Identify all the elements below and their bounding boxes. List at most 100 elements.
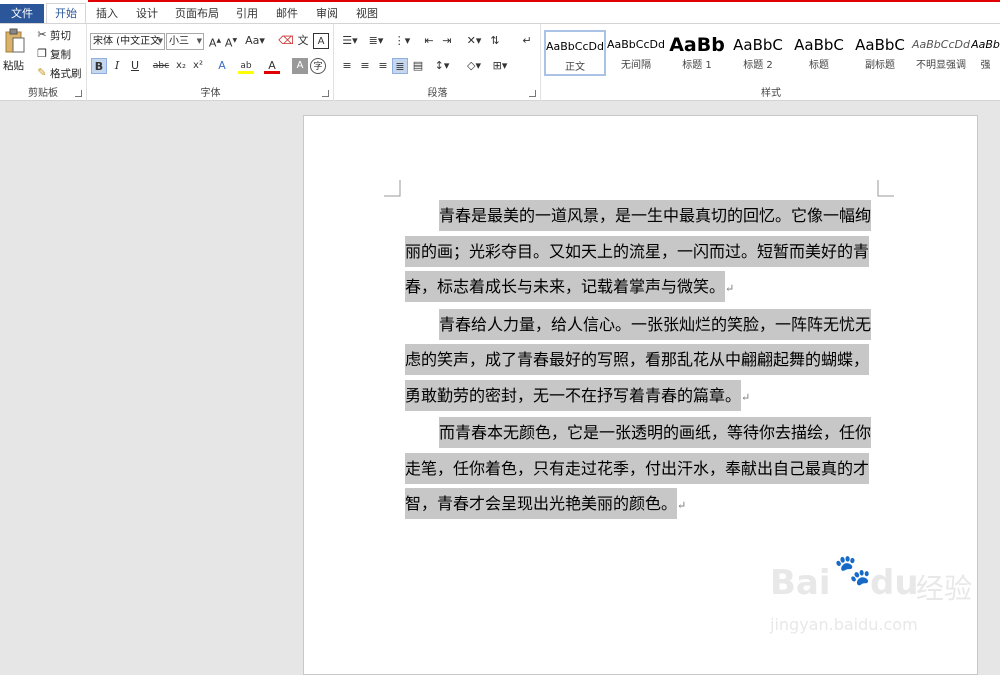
font-size-select[interactable]: 小三 ▼	[166, 33, 204, 50]
tab-file[interactable]: 文件	[0, 4, 44, 24]
paragraph-text: 青春给人力量，给人信心。一张张灿烂的笑脸，一阵阵无忧无虑的笑声，成了青春最好的写…	[405, 308, 872, 411]
enclose-characters-icon[interactable]: 字	[310, 58, 326, 74]
style-sample: AaBbC	[733, 36, 783, 54]
bullets-icon[interactable]: ☰▾	[339, 33, 361, 49]
paragraph-group-label: 段落	[427, 88, 448, 99]
paragraph-group: ☰▾ ≣▾ ⋮▾ ⇤ ⇥ ✕▾ ⇅ ↵ ≡ ≡ ≡ ≣ ▤ ↕▾ ◇▾ ⊞▾ 段…	[335, 24, 541, 101]
copy-button[interactable]: 复制	[50, 47, 71, 62]
style-sample: AaBb	[669, 34, 725, 56]
style-strong[interactable]: AaBb 强	[971, 30, 1000, 76]
align-right-icon[interactable]: ≡	[375, 58, 391, 74]
justify-icon[interactable]: ≣	[392, 58, 408, 74]
font-name-select[interactable]: 宋体 (中文正文 ▼	[90, 33, 165, 50]
style-name: 标题	[809, 60, 829, 71]
tab-view[interactable]: 视图	[348, 4, 386, 24]
paste-icon	[5, 28, 25, 53]
scissors-icon: ✂	[37, 28, 47, 41]
superscript-icon[interactable]: x²	[190, 58, 206, 74]
style-name: 副标题	[865, 60, 895, 71]
paragraph[interactable]: 而青春本无颜色，它是一张透明的画纸，等待你去描绘，任你走笔，任你着色，只有走过花…	[405, 415, 877, 524]
strikethrough-icon[interactable]: abc	[151, 58, 171, 74]
subscript-icon[interactable]: x₂	[173, 58, 189, 74]
shading-icon[interactable]: ◇▾	[463, 58, 485, 74]
format-painter-button[interactable]: 格式刷	[50, 66, 82, 81]
bold-icon[interactable]: B	[91, 58, 107, 74]
style-sample: AaBbCcDd	[546, 40, 604, 53]
style-subtitle[interactable]: AaBbC 副标题	[849, 30, 911, 76]
distributed-icon[interactable]: ▤	[410, 58, 426, 74]
style-name: 正文	[565, 62, 585, 73]
style-no-spacing[interactable]: AaBbCcDd 无间隔	[605, 30, 667, 76]
baidu-watermark: Bai 🐾 du 经验 jingyan.baidu.com	[770, 553, 980, 643]
align-center-icon[interactable]: ≡	[357, 58, 373, 74]
paragraph[interactable]: 青春是最美的一道风景，是一生中最真切的回忆。它像一幅绚丽的画；光彩夺目。又如天上…	[405, 198, 877, 307]
tab-home[interactable]: 开始	[46, 3, 86, 25]
paste-button[interactable]: 粘贴	[3, 28, 27, 82]
italic-icon[interactable]: I	[109, 58, 125, 74]
style-sample: AaBbC	[855, 36, 905, 54]
tab-insert[interactable]: 插入	[88, 4, 126, 24]
paragraph-text: 青春是最美的一道风景，是一生中最真切的回忆。它像一幅绚丽的画；光彩夺目。又如天上…	[405, 200, 872, 302]
chinese-layout-icon[interactable]: ✕▾	[463, 33, 485, 49]
tab-design[interactable]: 设计	[128, 4, 166, 24]
ribbon: 粘贴 ✂ 剪切 ❐ 复制 ✎ 格式刷 剪贴板 宋体 (中文正文 ▼ 小三 ▼ A▲ …	[0, 23, 1000, 101]
numbering-icon[interactable]: ≣▾	[365, 33, 387, 49]
ribbon-tabs: 文件 开始 插入 设计 页面布局 引用 邮件 审阅 视图	[0, 2, 1000, 25]
watermark-brand-3: 经验	[916, 572, 973, 605]
tab-review[interactable]: 审阅	[308, 4, 346, 24]
style-title[interactable]: AaBbC 标题	[788, 30, 850, 76]
font-group-label: 字体	[200, 88, 221, 99]
style-name: 标题 2	[743, 60, 773, 71]
align-left-icon[interactable]: ≡	[339, 58, 355, 74]
style-sample: AaBbCcDd	[912, 38, 970, 51]
show-marks-icon[interactable]: ↵	[519, 33, 535, 49]
paragraph-mark: ↵	[725, 282, 735, 295]
style-sample: AaBbCcDd	[607, 38, 665, 51]
format-painter-icon: ✎	[37, 66, 47, 79]
paragraph-mark: ↵	[741, 390, 751, 404]
character-shading-icon[interactable]: A	[292, 58, 308, 74]
style-name: 不明显强调	[916, 60, 966, 71]
watermark-brand-2: du	[870, 563, 919, 603]
document-body[interactable]: 青春是最美的一道风景，是一生中最真切的回忆。它像一幅绚丽的画；光彩夺目。又如天上…	[405, 198, 877, 524]
text-effects-icon[interactable]: A	[214, 58, 230, 74]
decrease-indent-icon[interactable]: ⇤	[421, 33, 437, 49]
style-subtle-emphasis[interactable]: AaBbCcDd 不明显强调	[910, 30, 972, 76]
grow-font-icon[interactable]: A▲	[207, 33, 223, 50]
shrink-font-icon[interactable]: A▼	[223, 33, 239, 50]
font-launcher[interactable]	[322, 90, 329, 97]
clear-format-icon[interactable]: ⌫	[278, 33, 294, 49]
underline-icon[interactable]: U	[127, 58, 143, 74]
multilevel-list-icon[interactable]: ⋮▾	[391, 33, 413, 49]
font-size-value: 小三	[169, 36, 189, 47]
style-heading-1[interactable]: AaBb 标题 1	[666, 30, 728, 76]
style-name: 强	[980, 60, 991, 71]
style-normal[interactable]: AaBbCcDd 正文	[544, 30, 606, 76]
tab-layout[interactable]: 页面布局	[168, 4, 226, 24]
change-case-icon[interactable]: Aa▾	[244, 33, 266, 49]
font-group: 宋体 (中文正文 ▼ 小三 ▼ A▲ A▼ Aa▾ ⌫ 文 A B I U abc …	[88, 24, 334, 101]
style-heading-2[interactable]: AaBbC 标题 2	[727, 30, 789, 76]
paragraph[interactable]: 青春给人力量，给人信心。一张张灿烂的笑脸，一阵阵无忧无虑的笑声，成了青春最好的写…	[405, 307, 877, 416]
character-border-icon[interactable]: A	[313, 33, 329, 49]
highlight-color-icon[interactable]: ab	[238, 58, 254, 74]
tab-mailings[interactable]: 邮件	[268, 4, 306, 24]
paragraph-text: 而青春本无颜色，它是一张透明的画纸，等待你去描绘，任你走笔，任你着色，只有走过花…	[405, 417, 872, 519]
font-color-icon[interactable]: A	[264, 58, 280, 74]
phonetic-guide-icon[interactable]: 文	[295, 33, 311, 49]
clipboard-group: 粘贴 ✂ 剪切 ❐ 复制 ✎ 格式刷 剪贴板	[0, 24, 87, 101]
line-spacing-icon[interactable]: ↕▾	[431, 58, 453, 74]
margin-corner-top-right	[877, 180, 894, 197]
paragraph-mark: ↵	[677, 499, 687, 512]
clipboard-group-label: 剪贴板	[28, 88, 58, 99]
tab-references[interactable]: 引用	[228, 4, 266, 24]
clipboard-launcher[interactable]	[75, 90, 82, 97]
sort-icon[interactable]: ⇅	[487, 33, 503, 49]
chevron-down-icon: ▼	[196, 37, 202, 45]
borders-icon[interactable]: ⊞▾	[489, 58, 511, 74]
paragraph-launcher[interactable]	[529, 90, 536, 97]
watermark-url: jingyan.baidu.com	[770, 615, 918, 634]
cut-button[interactable]: 剪切	[50, 28, 71, 43]
paste-label: 粘贴	[3, 60, 24, 72]
increase-indent-icon[interactable]: ⇥	[439, 33, 455, 49]
